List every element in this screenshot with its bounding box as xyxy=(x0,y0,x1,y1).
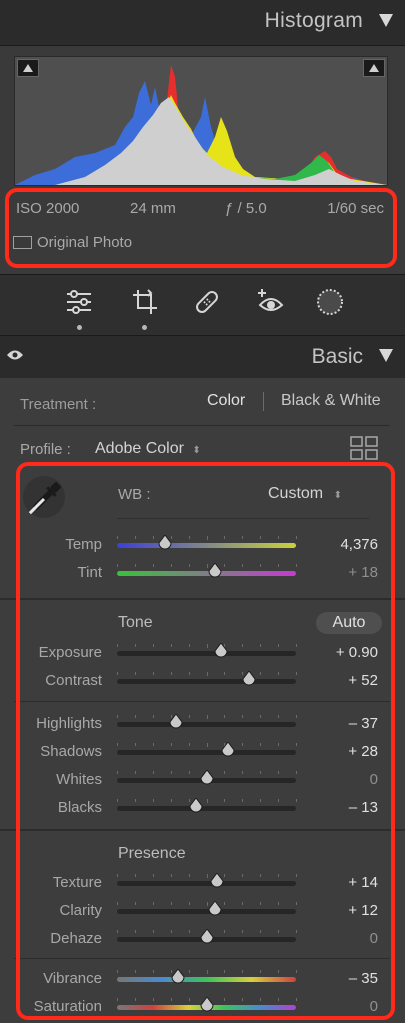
clip-warning-icon[interactable] xyxy=(363,59,385,77)
divider xyxy=(14,425,390,426)
red-eye-icon[interactable] xyxy=(256,287,286,317)
basic-header[interactable]: Basic xyxy=(0,336,405,378)
grid-icon[interactable] xyxy=(350,436,378,465)
treatment-separator xyxy=(263,392,264,411)
triangle-down-icon[interactable] xyxy=(379,14,393,27)
updown-icon: ⬍ xyxy=(192,445,201,456)
profile-label: Profile : xyxy=(20,441,71,458)
healing-icon[interactable] xyxy=(192,287,222,317)
active-indicator xyxy=(142,325,147,330)
edit-sliders-icon[interactable] xyxy=(64,287,94,317)
histogram-graph xyxy=(14,56,388,186)
treatment-bw-option[interactable]: Black & White xyxy=(281,392,381,410)
histogram-title: Histogram xyxy=(264,9,363,32)
masking-icon[interactable] xyxy=(315,287,345,317)
profile-select[interactable]: Adobe Color ⬍ xyxy=(95,440,201,458)
active-indicator xyxy=(77,325,82,330)
treatment-color-option[interactable]: Color xyxy=(207,392,245,410)
basic-title: Basic xyxy=(311,345,363,368)
sliders-highlight-box xyxy=(16,462,395,1020)
clip-warning-icon[interactable] xyxy=(17,59,39,77)
histogram-header[interactable]: Histogram xyxy=(0,0,405,46)
info-highlight-box xyxy=(5,188,397,268)
histogram-curves xyxy=(15,65,387,185)
treatment-label: Treatment : xyxy=(20,396,97,413)
triangle-down-icon[interactable] xyxy=(379,349,393,362)
eye-icon[interactable] xyxy=(6,348,24,367)
tool-strip xyxy=(0,274,405,336)
crop-icon[interactable] xyxy=(130,287,160,317)
profile-value: Adobe Color xyxy=(95,440,184,457)
